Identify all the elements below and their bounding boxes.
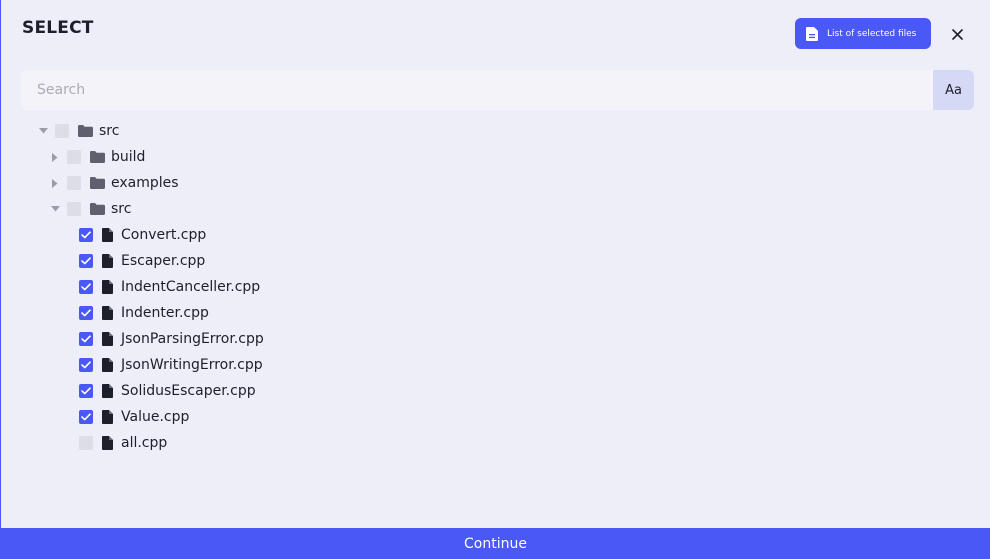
checkbox-unchecked[interactable] [67,150,81,164]
caret-spacer [61,333,73,345]
tree-folder-row[interactable]: examples [49,170,179,196]
file-icon [102,332,113,346]
checkmark-icon [81,283,91,291]
tree-file-row[interactable]: Escaper.cpp [61,248,205,274]
folder-label[interactable]: examples [111,175,179,191]
checkbox-checked[interactable] [79,254,93,268]
checkbox-unchecked[interactable] [67,202,81,216]
caret-spacer [61,281,73,293]
tree-file-row[interactable]: Indenter.cpp [61,300,209,326]
checkmark-icon [81,387,91,395]
folder-label[interactable]: src [111,201,131,217]
file-label[interactable]: Escaper.cpp [121,253,205,269]
checkbox-unchecked[interactable] [79,436,93,450]
checkbox-checked[interactable] [79,306,93,320]
caret-down-icon[interactable] [49,203,61,215]
file-icon [102,358,113,372]
file-icon [102,436,113,450]
file-label[interactable]: JsonWritingError.cpp [121,357,263,373]
caret-down-icon[interactable] [37,125,49,137]
folder-icon [78,125,93,137]
file-label[interactable]: JsonParsingError.cpp [121,331,264,347]
folder-icon [90,151,105,163]
tree-file-row[interactable]: Value.cpp [61,404,189,430]
checkbox-checked[interactable] [79,358,93,372]
folder-label[interactable]: src [99,123,119,139]
caret-spacer [61,385,73,397]
search-bar: Aa [21,70,974,110]
caret-spacer [61,437,73,449]
document-icon [806,26,818,41]
caret-right-icon[interactable] [49,177,61,189]
close-icon [951,28,963,40]
tree-file-row[interactable]: SolidusEscaper.cpp [61,378,256,404]
caret-right-icon[interactable] [49,151,61,163]
file-icon [102,306,113,320]
file-label[interactable]: IndentCanceller.cpp [121,279,260,295]
checkbox-checked[interactable] [79,280,93,294]
checkbox-checked[interactable] [79,228,93,242]
file-icon [102,410,113,424]
tree-folder-row[interactable]: src [49,196,131,222]
match-case-toggle[interactable]: Aa [933,70,974,110]
caret-spacer [61,255,73,267]
folder-label[interactable]: build [111,149,145,165]
tree-folder-row[interactable]: src [37,118,119,144]
checkmark-icon [81,231,91,239]
dialog-title: SELECT [22,18,94,38]
file-label[interactable]: Convert.cpp [121,227,206,243]
checkmark-icon [81,257,91,265]
checkmark-icon [81,335,91,343]
file-icon [102,254,113,268]
checkbox-checked[interactable] [79,384,93,398]
file-icon [102,384,113,398]
select-dialog: SELECT List of selected files Aa src buil… [1,0,990,528]
checkbox-unchecked[interactable] [67,176,81,190]
checkbox-unchecked[interactable] [55,124,69,138]
file-label[interactable]: SolidusEscaper.cpp [121,383,256,399]
search-input[interactable] [21,70,933,110]
list-selected-files-button[interactable]: List of selected files [795,18,931,49]
caret-spacer [61,307,73,319]
tree-file-row[interactable]: IndentCanceller.cpp [61,274,260,300]
tree-file-row[interactable]: Convert.cpp [61,222,206,248]
caret-spacer [61,411,73,423]
tree-folder-row[interactable]: build [49,144,145,170]
file-label[interactable]: all.cpp [121,435,167,451]
list-selected-files-label: List of selected files [827,28,917,39]
checkbox-checked[interactable] [79,410,93,424]
tree-file-row[interactable]: JsonWritingError.cpp [61,352,263,378]
close-button[interactable] [947,24,967,44]
checkmark-icon [81,309,91,317]
file-icon [102,280,113,294]
continue-button[interactable]: Continue [1,528,990,559]
checkmark-icon [81,413,91,421]
checkbox-checked[interactable] [79,332,93,346]
checkmark-icon [81,361,91,369]
caret-spacer [61,229,73,241]
tree-file-row[interactable]: all.cpp [61,430,167,456]
caret-spacer [61,359,73,371]
tree-file-row[interactable]: JsonParsingError.cpp [61,326,264,352]
folder-icon [90,203,105,215]
folder-icon [90,177,105,189]
file-label[interactable]: Indenter.cpp [121,305,209,321]
file-icon [102,228,113,242]
file-label[interactable]: Value.cpp [121,409,189,425]
